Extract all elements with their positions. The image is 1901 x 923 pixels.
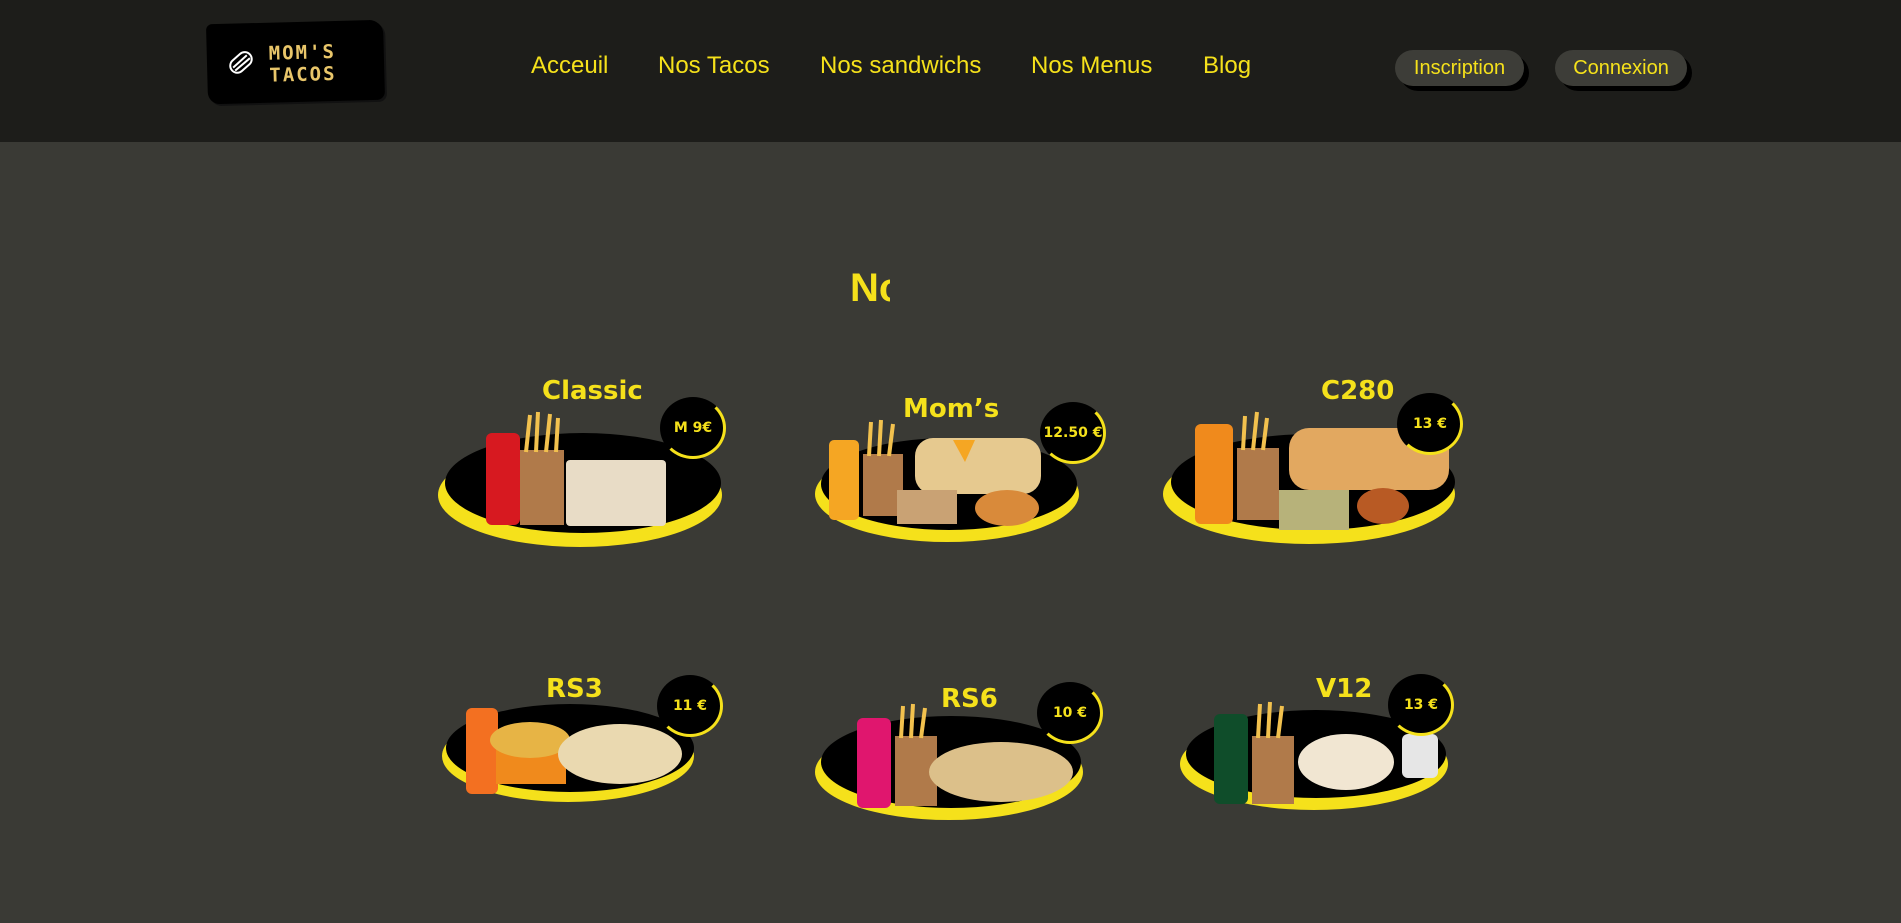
price-badge-moms: 12.50 € (1040, 402, 1106, 464)
nav-nos-menus[interactable]: Nos Menus (1031, 52, 1152, 80)
burrito-icon (229, 51, 253, 74)
nav-acceuil[interactable]: Acceuil (531, 52, 608, 80)
connexion-button[interactable]: Connexion (1555, 50, 1687, 86)
inscription-button[interactable]: Inscription (1395, 50, 1524, 86)
price-badge-c280: 13 € (1397, 393, 1463, 455)
menu-name-moms: Mom’s (903, 394, 1000, 424)
menu-card-rs6[interactable]: RS6 10 € (815, 682, 1103, 836)
mom-s-tacos-logo[interactable]: MOM'S TACOS (205, 19, 386, 105)
logo-text: MOM'S TACOS (268, 41, 336, 87)
menu-card-classic[interactable]: Classic M 9€ (438, 376, 728, 560)
menu-name-classic: Classic (542, 376, 643, 406)
menu-card-moms[interactable]: Mom’s 12.50 € (815, 392, 1106, 552)
menu-card-v12[interactable]: V12 13 € (1180, 674, 1454, 828)
menu-card-rs3[interactable]: RS3 11 € (440, 674, 723, 828)
section-title: Nos Menus (850, 266, 890, 310)
menu-name-v12: V12 (1316, 674, 1373, 704)
price-badge-classic: M 9€ (660, 397, 726, 459)
nav-nos-sandwichs[interactable]: Nos sandwichs (820, 52, 981, 80)
site-header: MOM'S TACOS Acceuil Nos Tacos Nos sandwi… (0, 0, 1901, 142)
nav-blog[interactable]: Blog (1203, 52, 1251, 80)
nav-nos-tacos[interactable]: Nos Tacos (658, 52, 770, 80)
menu-name-rs6: RS6 (941, 684, 998, 714)
menu-name-rs3: RS3 (546, 674, 603, 704)
price-badge-rs3: 11 € (657, 675, 723, 737)
price-badge-v12: 13 € (1388, 674, 1454, 736)
menu-name-c280: C280 (1321, 376, 1395, 406)
logo-line-1: MOM'S (268, 40, 337, 65)
logo-line-2: TACOS (269, 62, 337, 87)
price-badge-rs6: 10 € (1037, 682, 1103, 744)
menu-card-c280[interactable]: C280 13 € (1163, 376, 1463, 557)
